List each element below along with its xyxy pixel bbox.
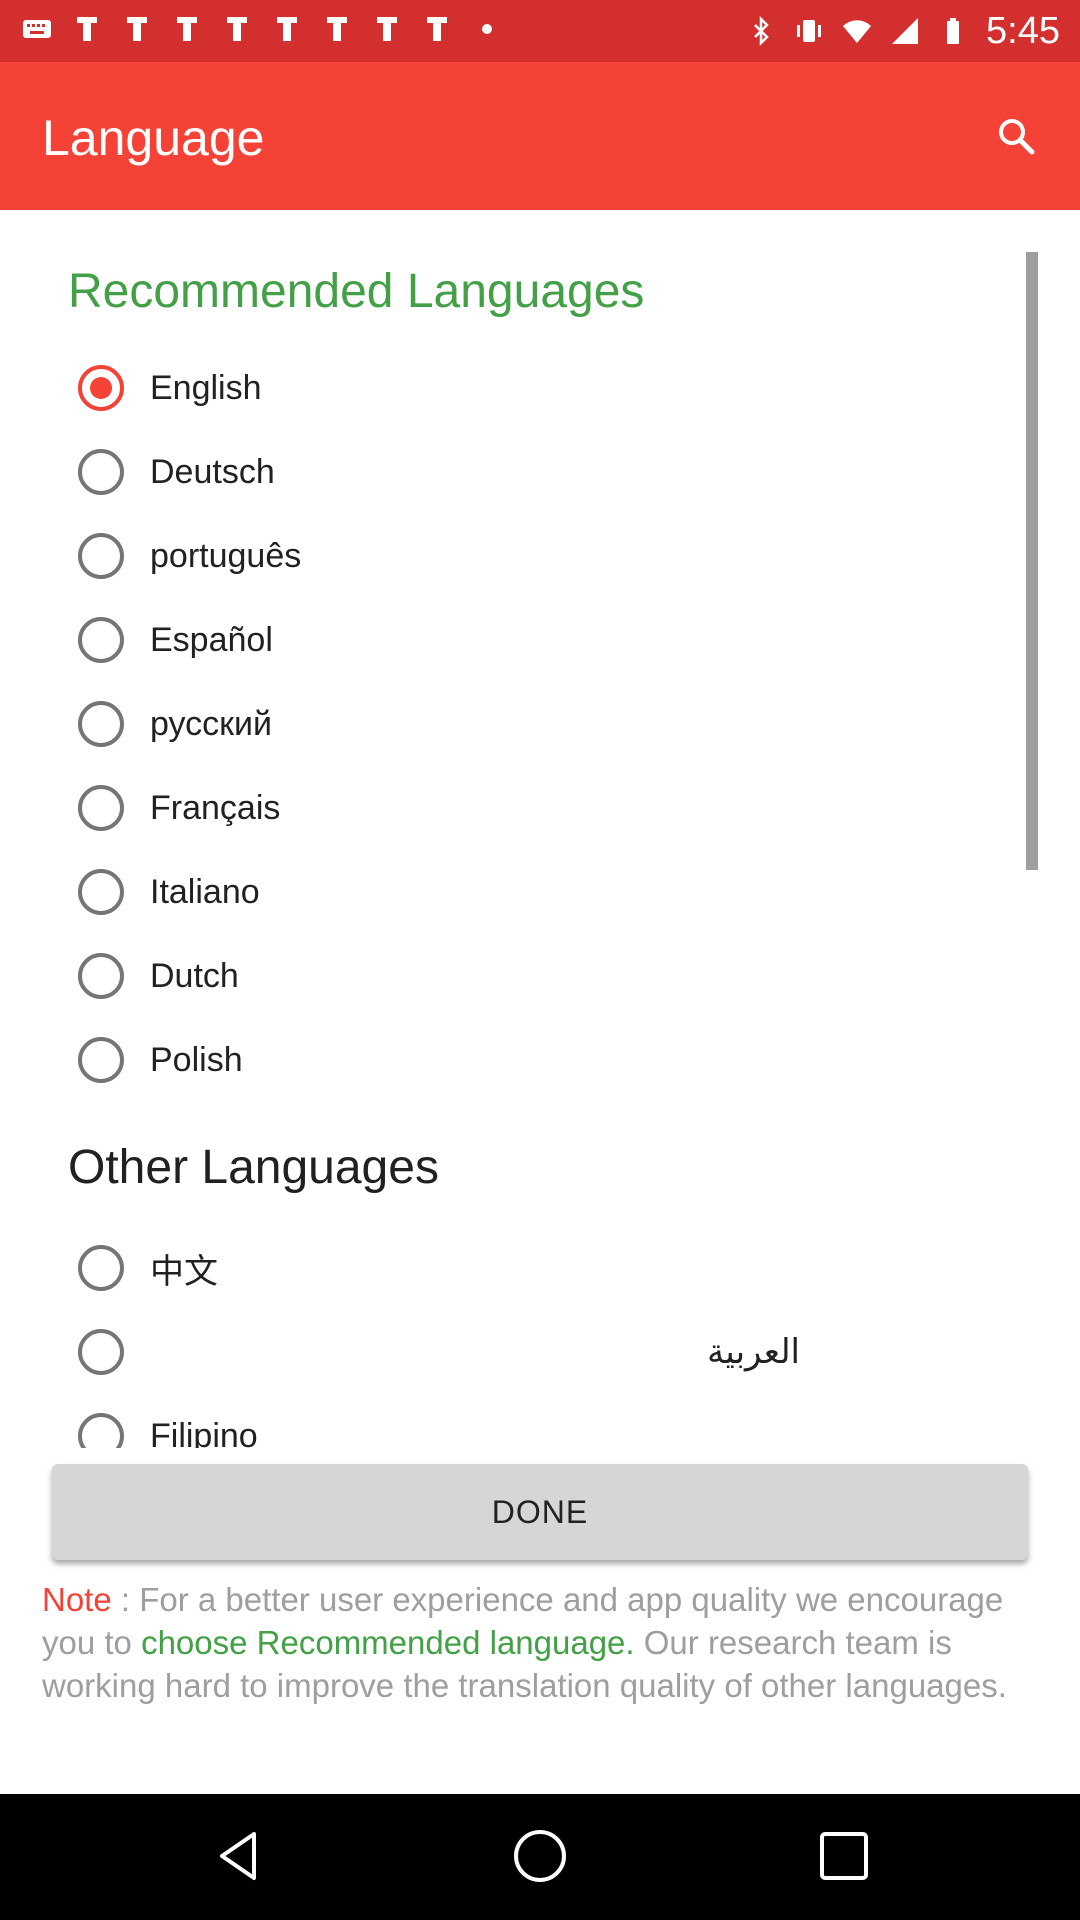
keyboard-icon (23, 20, 51, 38)
language-label: Español (150, 620, 273, 659)
language-label: русский (150, 704, 273, 743)
language-option-espanol[interactable]: Español (78, 598, 1008, 682)
status-time: 5:45 (986, 10, 1060, 52)
radio-button[interactable] (78, 1037, 124, 1083)
notification-icon (377, 17, 397, 41)
language-option-chinese[interactable]: 中文 (78, 1226, 1008, 1310)
language-option-filipino[interactable]: Filipino (78, 1394, 1008, 1448)
radio-button[interactable] (78, 953, 124, 999)
radio-button[interactable] (78, 869, 124, 915)
wifi-icon (843, 20, 872, 43)
notification-icon (227, 17, 247, 41)
status-bar: 5:45 (0, 0, 1080, 62)
language-label: Filipino (150, 1416, 258, 1449)
radio-button[interactable] (78, 533, 124, 579)
search-icon[interactable] (996, 116, 1036, 156)
language-label: português (150, 536, 302, 575)
scrollbar[interactable] (1026, 252, 1038, 870)
radio-button[interactable] (78, 701, 124, 747)
radio-button[interactable] (78, 449, 124, 495)
notification-icon (427, 17, 447, 41)
radio-button[interactable] (78, 785, 124, 831)
back-icon[interactable] (208, 1826, 268, 1886)
vibrate-icon (797, 20, 822, 42)
note-highlight: choose Recommended language. (141, 1624, 635, 1661)
language-label: English (150, 368, 262, 407)
radio-selected[interactable] (78, 365, 124, 411)
bluetooth-icon (754, 16, 769, 46)
language-label: Polish (150, 1040, 243, 1079)
navigation-bar (0, 1794, 1080, 1920)
language-list[interactable]: Recommended Languages English Deutsch po… (0, 210, 1080, 1448)
done-button[interactable]: DONE (52, 1464, 1028, 1560)
language-option-english[interactable]: English (78, 346, 1008, 430)
language-option-arabic[interactable]: العربية (78, 1310, 1008, 1394)
recommended-languages-title: Recommended Languages (68, 265, 645, 318)
radio-button[interactable] (78, 1245, 124, 1291)
language-option-portugues[interactable]: português (78, 514, 1008, 598)
radio-button[interactable] (78, 1413, 124, 1448)
language-option-russian[interactable]: русский (78, 682, 1008, 766)
language-label: Italiano (150, 872, 260, 911)
notification-icon (277, 17, 297, 41)
signal-icon (892, 18, 919, 44)
radio-button[interactable] (78, 617, 124, 663)
language-label: العربية (707, 1333, 800, 1371)
more-dots-icon (482, 24, 492, 34)
language-option-italiano[interactable]: Italiano (78, 850, 1008, 934)
language-option-polish[interactable]: Polish (78, 1018, 1008, 1102)
radio-button[interactable] (78, 1329, 124, 1375)
home-icon[interactable] (510, 1826, 570, 1886)
recents-icon[interactable] (814, 1826, 874, 1886)
status-left-icons (22, 14, 502, 44)
language-label: Deutsch (150, 452, 275, 491)
notification-icon (177, 17, 197, 41)
language-label: 中文 (150, 1252, 218, 1291)
language-option-deutsch[interactable]: Deutsch (78, 430, 1008, 514)
battery-icon (947, 18, 960, 44)
note-prefix: Note (42, 1581, 112, 1618)
language-label: Dutch (150, 956, 239, 995)
other-languages-title: Other Languages (68, 1141, 439, 1194)
notification-icon (77, 17, 97, 41)
page-title: Language (42, 110, 265, 166)
status-right-icons: 5:45 (746, 8, 1060, 54)
app-bar: Language (0, 62, 1080, 210)
language-option-dutch[interactable]: Dutch (78, 934, 1008, 1018)
notification-icon (327, 17, 347, 41)
note-text: Note : For a better user experience and … (42, 1578, 1032, 1707)
notification-icon (127, 17, 147, 41)
language-label: Français (150, 788, 281, 827)
language-option-francais[interactable]: Français (78, 766, 1008, 850)
